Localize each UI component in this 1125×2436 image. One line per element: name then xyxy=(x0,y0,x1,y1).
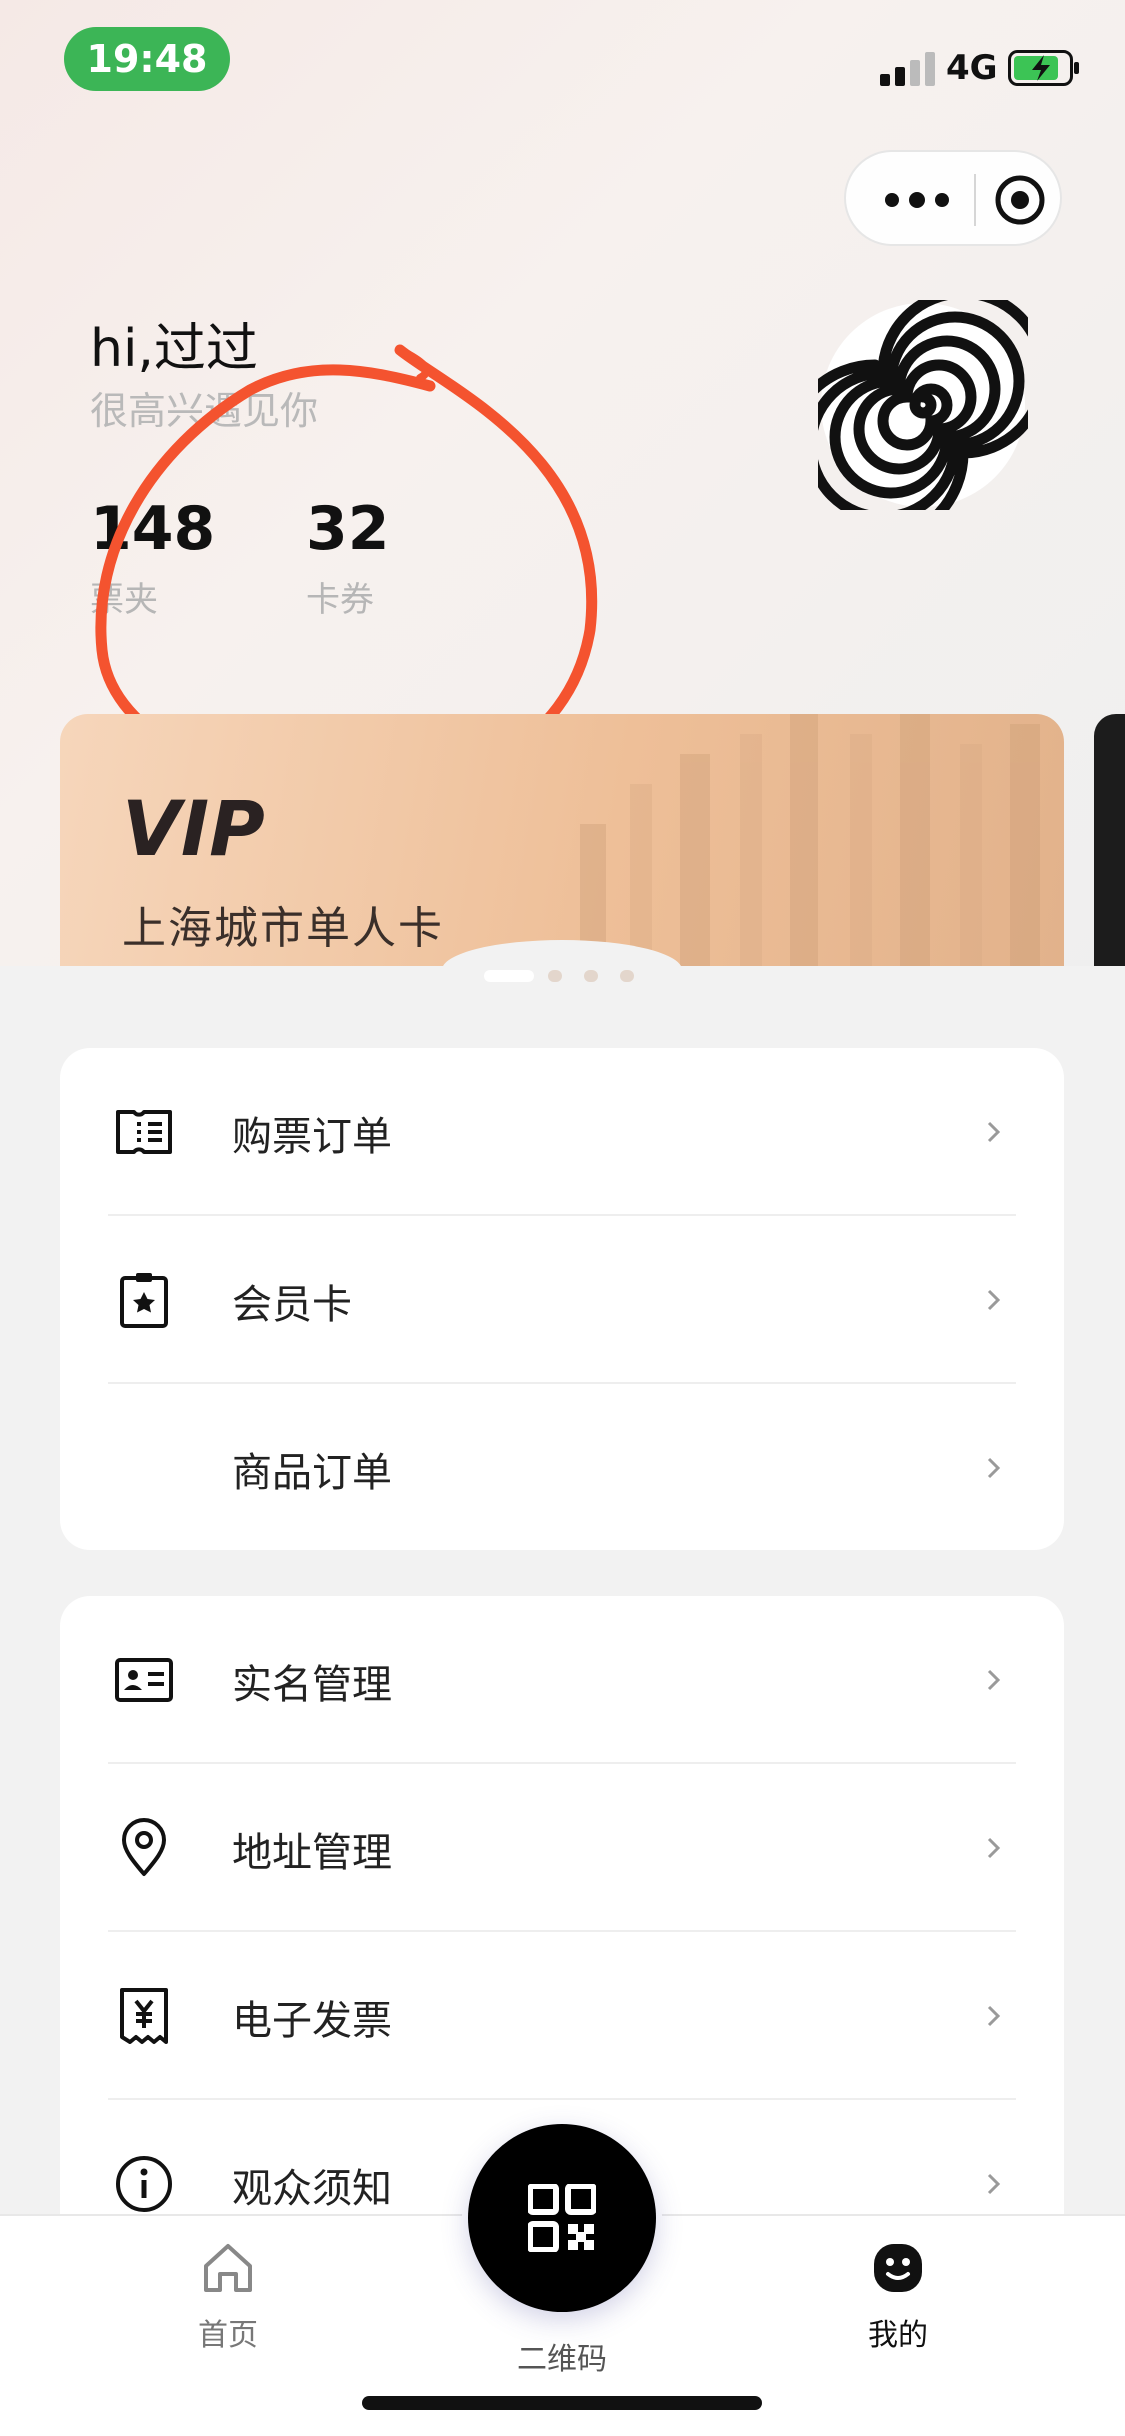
menu-item-product-orders[interactable]: 商品订单 xyxy=(60,1384,1064,1550)
menu-item-ticket-orders[interactable]: 购票订单 xyxy=(60,1048,1064,1216)
qr-code-button[interactable] xyxy=(468,2124,656,2312)
ticket-icon xyxy=(116,1110,172,1154)
vip-card-pattern xyxy=(580,714,1040,974)
miniprogram-capsule xyxy=(844,150,1062,246)
menu-item-label: 实名管理 xyxy=(232,1662,392,1708)
menu-item-label: 会员卡 xyxy=(232,1282,352,1328)
qr-code-icon xyxy=(528,2184,596,2252)
orders-card: 购票订单 会员卡 商品订单 xyxy=(60,1048,1064,1550)
chevron-right-icon xyxy=(987,2005,1001,2027)
avatar[interactable] xyxy=(818,300,1028,510)
close-miniprogram-icon[interactable] xyxy=(994,174,1046,226)
greeting-subtitle: 很高兴遇见你 xyxy=(90,389,319,433)
tab-home[interactable]: 首页 xyxy=(148,2240,308,2354)
id-card-icon xyxy=(115,1658,173,1702)
greeting-text: hi,过过 xyxy=(90,319,258,379)
carousel-dot xyxy=(620,970,634,982)
tab-label: 首页 xyxy=(198,2318,258,2353)
chevron-right-icon xyxy=(987,1837,1001,1859)
battery-charging-icon xyxy=(1008,50,1079,86)
chevron-right-icon xyxy=(987,1669,1001,1691)
home-icon xyxy=(204,2244,252,2292)
invoice-icon xyxy=(120,1988,168,2044)
menu-item-label: 商品订单 xyxy=(232,1450,392,1496)
vip-card-name: 上海城市单人卡 xyxy=(122,903,444,954)
stat-value: 148 xyxy=(90,494,216,564)
location-pin-icon xyxy=(122,1818,166,1876)
carousel-dot-active xyxy=(484,970,534,982)
menu-item-label: 电子发票 xyxy=(232,1998,392,2044)
member-card-icon xyxy=(120,1273,168,1328)
chevron-right-icon xyxy=(987,1289,1001,1311)
menu-item-member-card[interactable]: 会员卡 xyxy=(60,1216,1064,1384)
menu-item-label: 购票订单 xyxy=(232,1114,392,1160)
network-label: 4G xyxy=(946,48,998,88)
menu-item-label: 观众须知 xyxy=(232,2166,392,2212)
carousel-dot xyxy=(584,970,598,982)
stat-label: 卡券 xyxy=(306,580,374,620)
sheet-notch xyxy=(442,940,682,1000)
chevron-right-icon xyxy=(987,2173,1001,2195)
vip-card[interactable]: VIP 上海城市单人卡 xyxy=(60,714,1064,974)
chevron-right-icon xyxy=(987,1457,1001,1479)
menu-item-invoice[interactable]: 电子发票 xyxy=(60,1932,1064,2100)
capsule-divider xyxy=(974,174,976,226)
carousel-dot xyxy=(548,970,562,982)
vip-card-title: VIP xyxy=(122,784,265,873)
my-page: 19:48 4G hi,过过 很高兴遇见你 148 票夹 32 卡券 VIP 上… xyxy=(0,0,1125,2436)
status-time: 19:48 xyxy=(64,27,230,91)
tab-label-qr: 二维码 xyxy=(517,2342,607,2377)
stat-value: 32 xyxy=(306,494,390,564)
home-indicator xyxy=(362,2396,762,2410)
more-icon[interactable] xyxy=(882,176,952,224)
menu-item-label: 地址管理 xyxy=(232,1830,392,1876)
signal-icon xyxy=(880,52,935,86)
menu-item-real-name[interactable]: 实名管理 xyxy=(60,1596,1064,1764)
stat-ticket-wallet[interactable]: 148 票夹 xyxy=(90,494,215,621)
tab-mine[interactable]: 我的 xyxy=(818,2240,978,2354)
menu-item-address[interactable]: 地址管理 xyxy=(60,1764,1064,1932)
stat-label: 票夹 xyxy=(90,580,158,620)
info-icon xyxy=(116,2156,172,2212)
next-card-peek[interactable] xyxy=(1094,714,1125,974)
smiley-face-icon xyxy=(874,2244,922,2292)
tab-label: 我的 xyxy=(868,2318,928,2353)
stat-coupons[interactable]: 32 卡券 xyxy=(306,494,390,621)
chevron-right-icon xyxy=(987,1121,1001,1143)
